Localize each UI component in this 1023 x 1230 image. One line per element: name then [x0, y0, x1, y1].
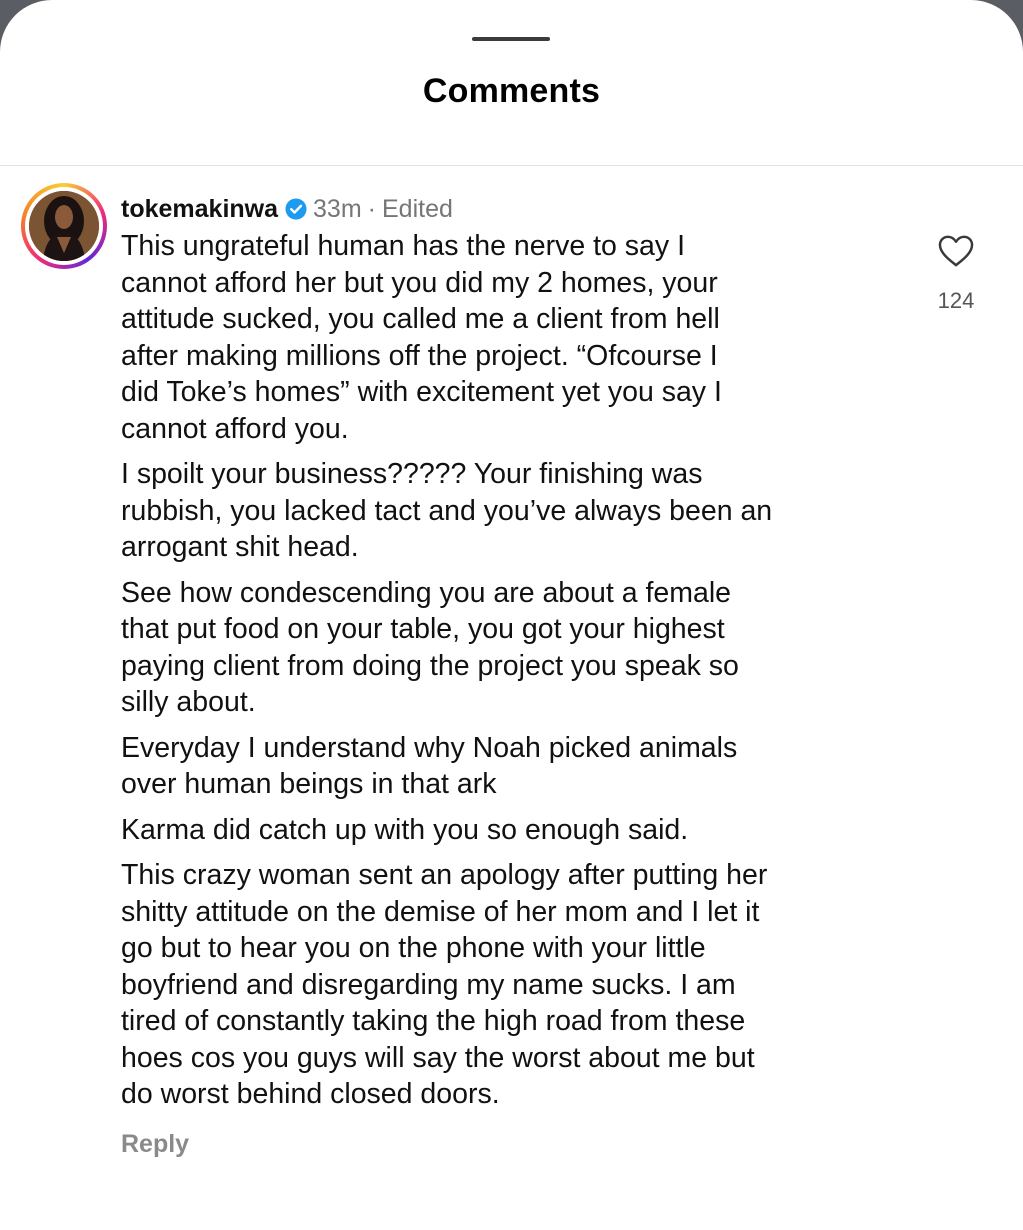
- meta-separator: ·: [367, 194, 376, 223]
- comment-paragraph: I spoilt your business????? Your finishi…: [121, 458, 773, 563]
- comment-paragraph: Karma did catch up with you so enough sa…: [121, 813, 689, 846]
- comment-meta: tokemakinwa 33m · Edited: [121, 190, 911, 228]
- comment-paragraph: Everyday I understand why Noah picked an…: [121, 731, 738, 801]
- like-control: 124: [927, 234, 985, 314]
- comment: tokemakinwa 33m · Edited This ungrateful…: [121, 190, 911, 1159]
- like-count: 124: [937, 288, 975, 313]
- comment-paragraph: See how condescending you are about a fe…: [121, 576, 739, 719]
- sheet-title: Comments: [422, 72, 601, 110]
- avatar-photo-icon: [29, 191, 99, 261]
- comments-sheet: Comments tokemakinwa 33m · Edited This u…: [0, 0, 1023, 1230]
- avatar: [29, 191, 99, 261]
- verified-badge-icon: [285, 198, 307, 220]
- header-divider: [0, 165, 1023, 166]
- comment-timestamp: 33m: [313, 194, 362, 223]
- comment-paragraph: This crazy woman sent an apology after p…: [121, 859, 768, 1110]
- heart-outline-icon[interactable]: [937, 234, 975, 268]
- comment-paragraph: This ungrateful human has the nerve to s…: [121, 230, 722, 445]
- reply-button[interactable]: Reply: [121, 1130, 911, 1159]
- avatar-story-ring[interactable]: [21, 183, 107, 269]
- comment-username[interactable]: tokemakinwa: [121, 195, 278, 224]
- sheet-grabber-handle[interactable]: [472, 37, 550, 41]
- edited-label: Edited: [381, 194, 453, 223]
